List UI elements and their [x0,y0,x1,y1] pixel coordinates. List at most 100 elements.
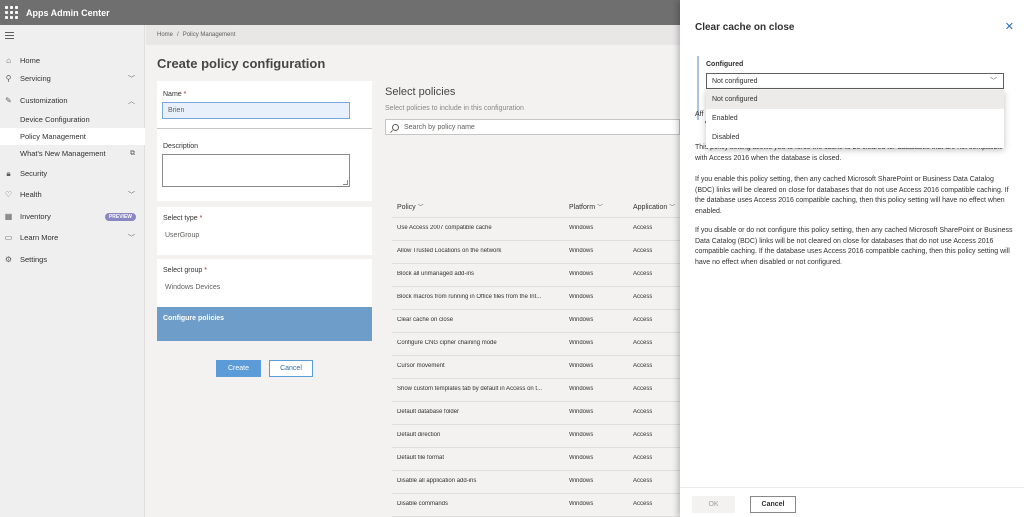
breadcrumb-home[interactable]: Home [157,32,173,38]
policy-detail-panel: Clear cache on close ✕ Configured Not co… [680,0,1024,517]
nav-item-learn-more[interactable]: ▭ Learn More ﹀ [0,229,145,246]
policy-cell: Allow Trusted Locations on the network [397,248,502,254]
dropdown-options: Not configured Enabled Disabled [706,90,1004,148]
policy-cell: Default direction [397,432,441,438]
hamburger-menu-icon[interactable] [5,32,14,41]
table-row[interactable]: Show custom templates tab by default in … [392,379,680,402]
policy-cell: Block macros from running in Office file… [397,294,542,300]
application-cell: Access [633,363,653,369]
column-platform[interactable]: Platform ﹀ [569,202,603,211]
application-cell: Access [633,409,653,415]
table-row[interactable]: Use Access 2007 compatible cache Windows A… [392,218,680,241]
table-row[interactable]: Disable all application add-ins Windows Ac… [392,471,680,494]
nav-label: Policy Management [20,132,86,141]
select-group-label: Select group * [163,267,207,274]
select-type-section[interactable]: Select type * UserGroup [157,207,372,255]
nav-label: Inventory [20,212,51,221]
policies-subtitle: Select policies to include in this confi… [385,105,524,112]
configuration-dropdown[interactable]: Not configured ﹀ [706,73,1004,89]
external-link-icon: ⧉ [130,149,135,157]
configure-policies-section[interactable]: Configure policies [157,307,372,341]
cancel-button[interactable]: Cancel [750,496,796,513]
application-cell: Access [633,271,653,277]
chevron-up-icon: ︿ [128,97,135,105]
table-row[interactable]: Clear cache on close Windows Access [392,310,680,333]
resize-grip-icon[interactable] [343,180,348,185]
nav-label: Servicing [20,74,51,83]
preview-badge: PREVIEW [104,212,136,221]
description-label: Description [163,143,199,150]
policies-panel: Select policies Select policies to inclu… [385,81,680,517]
table-row[interactable]: Default direction Windows Access [392,425,680,448]
nav-item-policy-management[interactable]: Policy Management [0,128,145,145]
application-cell: Access [633,478,653,484]
nav-item-customization[interactable]: ✎ Customization ︿ [0,92,145,109]
application-cell: Access [633,501,653,507]
platform-cell: Windows [569,294,594,300]
chevron-down-icon: ﹀ [669,205,676,211]
option-enabled[interactable]: Enabled [706,109,1004,128]
table-row[interactable]: Allow Trusted Locations on the network Wi… [392,241,680,264]
nav-item-health[interactable]: ♡ Health ﹀ [0,186,145,203]
nav-item-settings[interactable]: ⚙ Settings [0,251,145,268]
nav-item-home[interactable]: ⌂ Home [0,52,145,69]
table-row[interactable]: Configure CNG cipher chaining mode Window… [392,333,680,356]
heart-icon: ♡ [4,190,13,199]
platform-cell: Windows [569,317,594,323]
nav-label: Health [20,190,42,199]
main-content: Home / Policy Management Create policy c… [146,25,680,517]
application-cell: Access [633,455,653,461]
select-group-section[interactable]: Select group * Windows Devices [157,259,372,307]
lock-icon: 🔒︎ [6,169,11,178]
nav-label: Settings [20,255,48,264]
nav-item-inventory[interactable]: ▦ Inventory PREVIEW [0,208,145,225]
ok-button[interactable]: OK [692,496,735,513]
nav-item-servicing[interactable]: ⚲ Servicing ﹀ [0,70,145,87]
application-cell: Access [633,386,653,392]
chevron-down-icon: ﹀ [128,75,135,83]
inventory-icon: ▦ [4,212,13,221]
nav-item-whats-new[interactable]: What's New Management ⧉ [0,145,145,162]
table-row[interactable]: Default file format Windows Access [392,448,680,471]
search-input[interactable]: Search by policy name [385,119,680,135]
table-row[interactable]: Block all unmanaged add-ins Windows Access [392,264,680,287]
create-button[interactable]: Create [216,360,261,377]
cancel-button[interactable]: Cancel [269,360,313,377]
left-nav: ⌂ Home ⚲ Servicing ﹀ ✎ Customization ︿ D… [0,25,145,517]
name-input[interactable]: Brien [162,102,350,119]
nav-item-device-configuration[interactable]: Device Configuration [0,111,145,128]
servicing-icon: ⚲ [5,74,12,83]
column-policy[interactable]: Policy ﹀ [397,202,424,211]
table-row[interactable]: Disable commands Windows Access [392,494,680,517]
chevron-down-icon: ﹀ [597,205,604,211]
policies-title: Select policies [385,86,456,98]
divider [157,128,372,129]
dropdown-value: Not configured [712,78,758,85]
platform-cell: Windows [569,386,594,392]
breadcrumb-current[interactable]: Policy Management [183,32,236,38]
gear-icon: ⚙ [4,255,13,264]
platform-cell: Windows [569,363,594,369]
option-not-configured[interactable]: Not configured [706,90,1004,109]
form-panel: Name * Brien Description Select type * U… [157,81,372,517]
chevron-down-icon: ﹀ [990,78,997,85]
table-row[interactable]: Default database folder Windows Access [392,402,680,425]
application-cell: Access [633,432,653,438]
close-icon[interactable]: ✕ [1005,20,1014,33]
description-field[interactable] [162,154,350,187]
option-disabled[interactable]: Disabled [706,128,1004,147]
table-row[interactable]: Block macros from running in Office file… [392,287,680,310]
select-group-value: Windows Devices [165,284,221,291]
policy-cell: Configure CNG cipher chaining mode [397,340,497,346]
platform-cell: Windows [569,432,594,438]
app-launcher-icon[interactable] [3,5,19,21]
search-placeholder: Search by policy name [404,123,475,131]
nav-label: Learn More [20,233,59,242]
platform-cell: Windows [569,340,594,346]
table-row[interactable]: Cursor movement Windows Access [392,356,680,379]
platform-cell: Windows [569,409,594,415]
nav-item-security[interactable]: 🔒︎ Security [0,165,145,182]
chevron-down-icon: ﹀ [417,205,424,211]
configured-label: Configured [706,61,744,68]
column-application[interactable]: Application ﹀ [633,202,675,211]
